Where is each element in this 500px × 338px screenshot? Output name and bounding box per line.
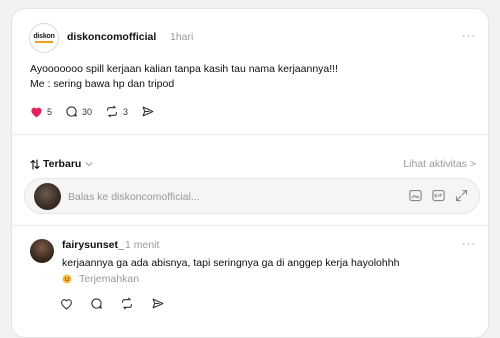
repost-icon xyxy=(105,105,119,118)
comment-timestamp: 1 menit xyxy=(125,239,160,251)
post-line: Me : sering bawa hp dan tripod xyxy=(30,78,175,90)
sort-icon xyxy=(30,158,40,170)
image-icon[interactable] xyxy=(408,188,423,203)
commenter-avatar[interactable] xyxy=(30,239,54,263)
chevron-down-icon xyxy=(85,161,93,167)
sort-dropdown[interactable]: Terbaru xyxy=(30,158,93,170)
repost-icon xyxy=(120,297,134,310)
divider xyxy=(12,225,488,226)
expand-icon[interactable] xyxy=(454,188,469,203)
post-line: Ayooooooo spill kerjaan kalian tanpa kas… xyxy=(30,63,339,75)
heart-icon xyxy=(60,298,73,310)
comment-button[interactable]: 30 xyxy=(65,105,92,118)
view-activity-link[interactable]: Lihat aktivitas > xyxy=(403,158,476,170)
author-avatar[interactable]: diskon xyxy=(29,23,59,53)
gif-icon[interactable] xyxy=(431,188,446,203)
reply-box[interactable]: Balas ke diskoncomofficial... xyxy=(24,178,480,214)
share-icon xyxy=(151,297,165,310)
comment-actions xyxy=(60,297,178,310)
post-more-icon[interactable]: ··· xyxy=(462,30,476,42)
post-actions: 5 30 3 xyxy=(30,105,168,118)
post-author[interactable]: diskoncomofficial xyxy=(67,31,156,43)
logo-underline xyxy=(35,41,53,43)
divider xyxy=(12,134,488,135)
reply-tools xyxy=(400,188,469,203)
user-avatar xyxy=(34,183,61,210)
post-timestamp: 1hari xyxy=(170,31,194,43)
comment-icon xyxy=(65,105,78,118)
comment-text: kerjaannya ga ada abisnya, tapi seringny… xyxy=(62,257,400,269)
like-button[interactable]: 5 xyxy=(30,106,52,118)
heart-icon xyxy=(30,106,43,118)
comment-count: 30 xyxy=(82,106,93,117)
repost-button[interactable]: 3 xyxy=(105,105,128,118)
like-count: 5 xyxy=(47,106,53,117)
share-icon xyxy=(141,105,155,118)
comment-author[interactable]: fairysunset_ xyxy=(62,239,124,251)
comment-reply-button[interactable] xyxy=(90,297,103,310)
translate-link[interactable]: Terjemahkan xyxy=(62,273,139,285)
share-button[interactable] xyxy=(141,105,155,118)
comment-repost-button[interactable] xyxy=(120,297,134,310)
comment-more-icon[interactable]: ··· xyxy=(462,238,476,250)
post-card: diskon diskoncomofficial 1hari ··· Ayooo… xyxy=(11,8,489,338)
comment-share-button[interactable] xyxy=(151,297,165,310)
brand-logo-text: diskon xyxy=(33,33,55,40)
sort-label: Terbaru xyxy=(43,158,82,170)
repost-count: 3 xyxy=(123,106,129,117)
translate-icon xyxy=(62,274,72,284)
translate-label: Terjemahkan xyxy=(79,273,140,285)
post-body: Ayooooooo spill kerjaan kalian tanpa kas… xyxy=(30,62,470,92)
comment-like-button[interactable] xyxy=(60,298,73,310)
reply-input[interactable]: Balas ke diskoncomofficial... xyxy=(68,191,200,203)
comment-icon xyxy=(90,297,103,310)
